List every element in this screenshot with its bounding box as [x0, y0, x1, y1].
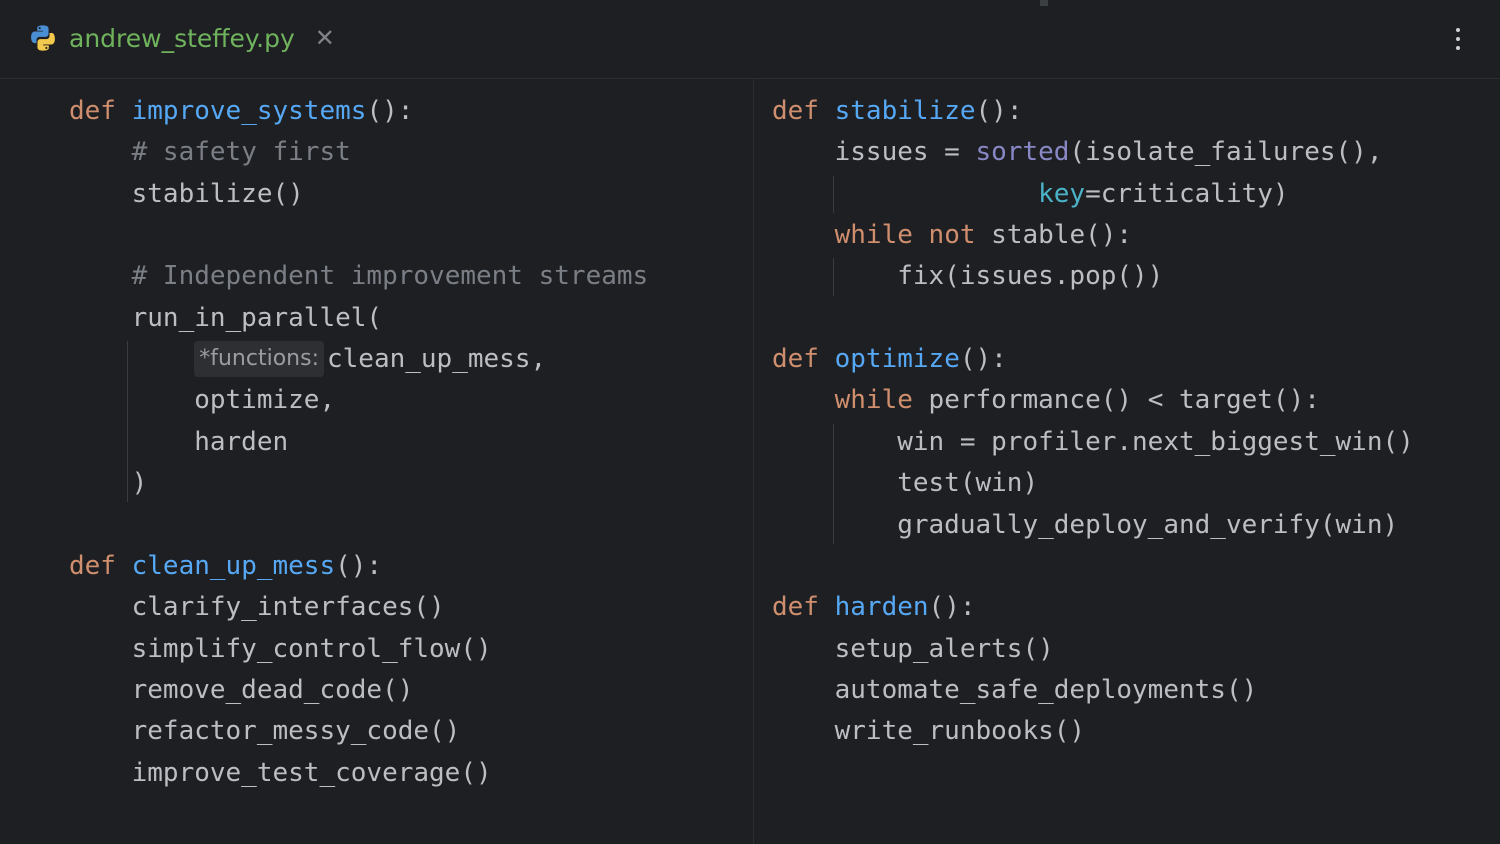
indent-guide: [833, 175, 835, 214]
code-line-def-harden[interactable]: def harden():: [772, 587, 976, 628]
code-token: sorted: [975, 137, 1070, 168]
code-token: harden: [834, 592, 929, 623]
code-line-call-simplify-control-flow[interactable]: simplify_control_flow(): [69, 629, 492, 670]
code-token: stable():: [991, 220, 1133, 251]
code-line-arg-key-criticality[interactable]: key=criticality): [772, 174, 1289, 215]
code-token: # safety first: [131, 137, 351, 168]
editor-pane-left[interactable]: def improve_systems(): # safety first st…: [0, 79, 753, 844]
menu-dot: [1456, 37, 1460, 41]
code-token: gradually_deploy_and_verify(win): [772, 509, 1399, 540]
code-token: clarify_interfaces(): [69, 592, 445, 623]
code-line-close-paren[interactable]: ): [69, 463, 148, 504]
code-token: harden: [69, 426, 289, 457]
menu-dot: [1456, 28, 1460, 32]
code-line-comment-independent-streams[interactable]: # Independent improvement streams: [69, 256, 649, 297]
code-line-while-not-stable[interactable]: while not stable():: [772, 215, 1132, 256]
code-line-def-optimize[interactable]: def optimize():: [772, 339, 1007, 380]
code-line-call-automate-safe-deployments[interactable]: automate_safe_deployments(): [772, 670, 1258, 711]
editor-pane-right[interactable]: def stabilize(): issues = sorted(isolate…: [754, 79, 1500, 844]
code-token: automate_safe_deployments(): [772, 674, 1258, 705]
code-line-call-refactor-messy-code[interactable]: refactor_messy_code(): [69, 711, 461, 752]
code-line-call-fix-issues-pop[interactable]: fix(issues.pop()): [772, 256, 1163, 297]
code-line-call-gradually-deploy[interactable]: gradually_deploy_and_verify(win): [772, 505, 1398, 546]
code-token: def: [69, 550, 132, 581]
code-token: run_in_parallel(: [69, 302, 383, 333]
code-line-call-setup-alerts[interactable]: setup_alerts(): [772, 629, 1054, 670]
code-token: refactor_messy_code(): [69, 716, 461, 747]
code-token: optimize,: [69, 385, 336, 416]
code-line-call-write-runbooks[interactable]: write_runbooks(): [772, 711, 1085, 752]
code-token: def: [69, 96, 132, 126]
code-token: key: [1038, 178, 1086, 209]
code-line-call-run-in-parallel[interactable]: run_in_parallel(: [69, 298, 382, 339]
file-tab-andrew-steffey[interactable]: andrew_steffey.py ✕: [28, 18, 335, 58]
indent-guide: [833, 423, 835, 544]
editor-tab-bar: andrew_steffey.py ✕: [0, 0, 1500, 79]
code-line-arg-optimize[interactable]: optimize,: [69, 380, 335, 421]
menu-dot: [1456, 46, 1460, 50]
parameter-hint: *functions:: [194, 341, 324, 378]
code-line-while-performance-target[interactable]: while performance() < target():: [772, 380, 1320, 421]
code-line-arg-clean-up-mess[interactable]: *functions: clean_up_mess,: [69, 339, 546, 380]
code-token: remove_dead_code(): [69, 674, 414, 705]
code-line-assign-issues[interactable]: issues = sorted(isolate_failures(),: [772, 132, 1383, 173]
code-token: ():: [928, 592, 976, 623]
code-line-call-test-win[interactable]: test(win): [772, 463, 1038, 504]
code-token: improve_systems: [131, 96, 367, 126]
code-token: issues =: [772, 137, 976, 168]
code-token: stabilize: [834, 96, 976, 126]
indent-guide: [127, 341, 129, 503]
code-token: =criticality): [1085, 178, 1289, 209]
code-token: win = profiler.next_biggest_win(): [772, 426, 1414, 457]
code-token: fix(issues.pop()): [772, 261, 1164, 292]
code-line-def-stabilize[interactable]: def stabilize():: [772, 91, 1022, 132]
code-line-call-clarify-interfaces[interactable]: clarify_interfaces(): [69, 587, 445, 628]
code-token: stabilize(): [69, 178, 304, 209]
code-token: while not: [834, 220, 992, 251]
code-line-call-stabilize[interactable]: stabilize(): [69, 174, 304, 215]
code-line-def-improve-systems[interactable]: def improve_systems():: [69, 91, 413, 132]
tab-filename: andrew_steffey.py: [69, 23, 295, 53]
more-vertical-icon[interactable]: [1444, 22, 1472, 56]
code-line-call-remove-dead-code[interactable]: remove_dead_code(): [69, 670, 414, 711]
code-line-comment-safety-first[interactable]: # safety first: [69, 132, 351, 173]
code-token: performance() < target():: [928, 385, 1320, 416]
code-line-assign-win[interactable]: win = profiler.next_biggest_win(): [772, 422, 1414, 463]
code-token: clean_up_mess: [131, 550, 336, 581]
code-token: ():: [335, 550, 383, 581]
code-token: def: [772, 96, 835, 126]
code-token: ): [69, 468, 148, 499]
tab-scroll-indicator: [1040, 0, 1048, 6]
code-token: ():: [366, 96, 414, 126]
code-line-call-improve-test-coverage[interactable]: improve_test_coverage(): [69, 753, 492, 794]
close-icon[interactable]: ✕: [315, 24, 335, 52]
code-token: test(win): [772, 468, 1039, 499]
indent-guide: [833, 258, 835, 296]
code-token: setup_alerts(): [772, 633, 1054, 664]
code-line-def-clean-up-mess[interactable]: def clean_up_mess():: [69, 546, 382, 587]
code-line-arg-harden[interactable]: harden: [69, 422, 288, 463]
code-token: def: [772, 592, 835, 623]
code-token: (isolate_failures(),: [1069, 137, 1383, 168]
code-token: clean_up_mess,: [326, 344, 547, 375]
code-token: ():: [975, 96, 1023, 126]
code-token: simplify_control_flow(): [69, 633, 492, 664]
python-icon: [31, 25, 55, 51]
code-token: ():: [959, 344, 1007, 375]
code-token: # Independent improvement streams: [131, 261, 649, 292]
code-token: improve_test_coverage(): [69, 757, 492, 788]
code-token: write_runbooks(): [772, 716, 1086, 747]
code-token: while: [834, 385, 929, 416]
code-token: optimize: [834, 344, 960, 375]
code-token: def: [772, 344, 835, 375]
